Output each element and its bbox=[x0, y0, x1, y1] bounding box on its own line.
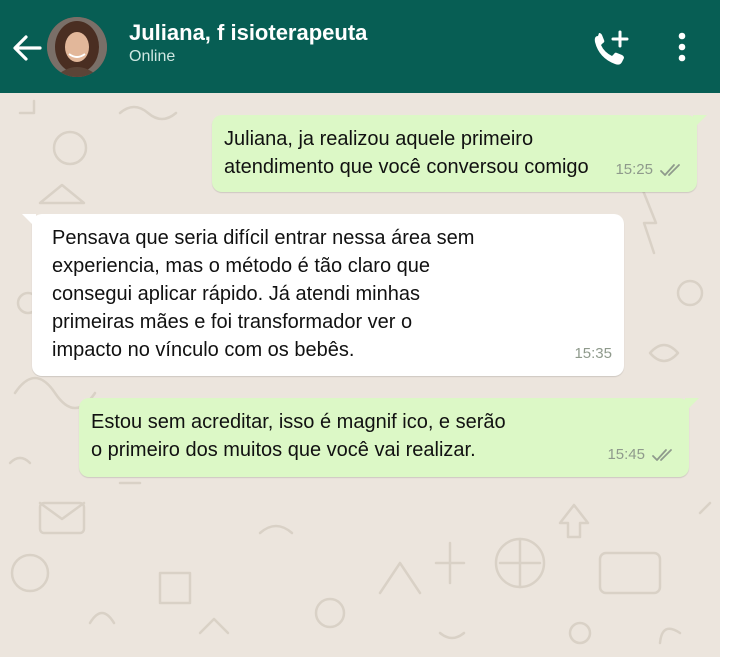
message-time: 15:35 bbox=[574, 345, 612, 362]
add-call-button[interactable] bbox=[590, 28, 634, 68]
message-time: 15:25 bbox=[615, 161, 653, 178]
message-meta: 15:35 bbox=[574, 340, 612, 368]
message-line: Pensava que seria difícil entrar nessa á… bbox=[52, 227, 475, 249]
message-line: impacto no vínculo com os bebês. bbox=[52, 339, 355, 361]
bubble-tail bbox=[685, 398, 699, 412]
bubble-tail bbox=[22, 214, 36, 228]
more-options-button[interactable] bbox=[668, 28, 696, 68]
message-meta: 15:45 bbox=[607, 441, 677, 469]
double-check-icon bbox=[652, 449, 672, 461]
avatar[interactable] bbox=[47, 17, 107, 77]
message-bubble-outgoing[interactable]: Estou sem acreditar, isso é magnif ico, … bbox=[79, 398, 699, 477]
message-text: Pensava que seria difícil entrar nessa á… bbox=[52, 224, 612, 364]
add-call-icon bbox=[594, 30, 629, 65]
arrow-left-icon bbox=[13, 35, 42, 61]
message-line: experiencia, mas o método é tão claro qu… bbox=[52, 255, 430, 277]
message-line: o primeiro dos muitos que você vai reali… bbox=[91, 439, 476, 461]
back-button[interactable] bbox=[8, 28, 48, 68]
message-text: Estou sem acreditar, isso é magnif ico, … bbox=[91, 408, 677, 464]
contact-status: Online bbox=[129, 48, 176, 65]
message-line: consegui aplicar rápido. Já atendi minha… bbox=[52, 283, 420, 305]
chat-header: Juliana, f isioterapeuta Online bbox=[0, 0, 720, 93]
message-line: primeiras mães e foi transformador ver o bbox=[52, 311, 413, 333]
chat-screen: Juliana, f isioterapeuta Online Juliana,… bbox=[0, 0, 720, 657]
profile-photo bbox=[47, 17, 107, 77]
double-check-icon bbox=[660, 164, 680, 176]
message-bubble-outgoing[interactable]: Juliana, ja realizou aquele primeiro ate… bbox=[212, 115, 707, 192]
message-bubble-incoming[interactable]: Pensava que seria difícil entrar nessa á… bbox=[22, 214, 624, 376]
bubble-tail bbox=[693, 115, 707, 129]
message-meta: 15:25 bbox=[615, 156, 685, 184]
message-line: Estou sem acreditar, isso é magnif ico, … bbox=[91, 411, 506, 433]
more-vertical-icon bbox=[678, 32, 686, 62]
message-line: Juliana, ja realizou aquele primeiro bbox=[224, 128, 534, 150]
contact-name[interactable]: Juliana, f isioterapeuta bbox=[129, 20, 367, 46]
message-time: 15:45 bbox=[607, 446, 645, 463]
